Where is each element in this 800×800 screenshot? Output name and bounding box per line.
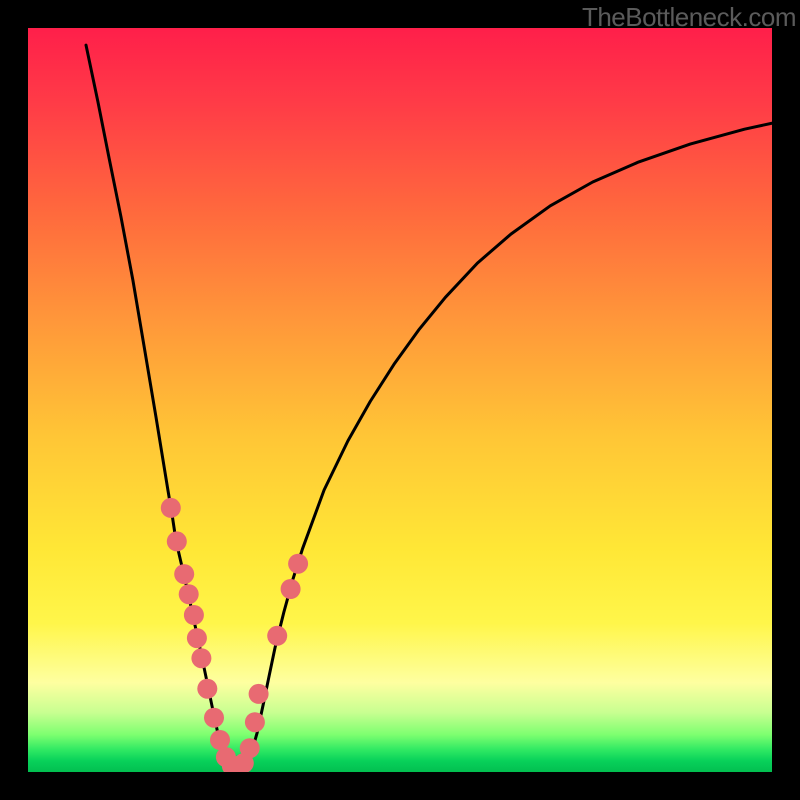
data-point-marker	[288, 554, 308, 574]
data-point-marker	[249, 684, 269, 704]
curve-layer	[28, 28, 772, 772]
bottleneck-curve	[86, 45, 772, 767]
plot-area	[28, 28, 772, 772]
data-point-marker	[174, 564, 194, 584]
data-point-marker	[187, 628, 207, 648]
data-point-marker	[245, 712, 265, 732]
data-point-marker	[197, 679, 217, 699]
data-point-marker	[191, 648, 211, 668]
data-point-marker	[167, 531, 187, 551]
data-point-marker	[161, 498, 181, 518]
data-point-marker	[204, 708, 224, 728]
data-point-marker	[267, 626, 287, 646]
data-point-marker	[240, 738, 260, 758]
data-point-marker	[179, 584, 199, 604]
outer-frame: TheBottleneck.com	[0, 0, 800, 800]
watermark-text: TheBottleneck.com	[582, 2, 796, 33]
data-point-marker	[184, 605, 204, 625]
data-point-marker	[281, 579, 301, 599]
data-point-marker	[210, 730, 230, 750]
